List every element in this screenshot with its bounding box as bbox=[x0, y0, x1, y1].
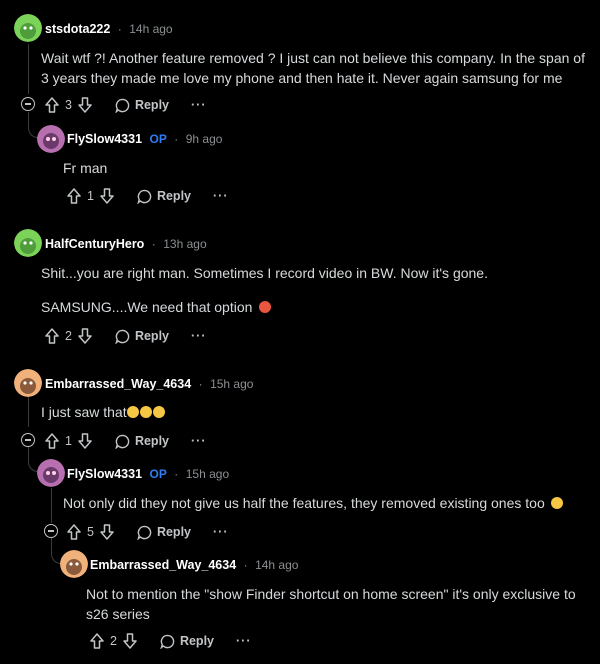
reply-button[interactable]: Reply bbox=[115, 98, 169, 113]
upvote-button[interactable] bbox=[44, 433, 60, 449]
reply-button[interactable]: Reply bbox=[137, 189, 191, 204]
timestamp: 13h ago bbox=[163, 237, 207, 251]
downvote-button[interactable] bbox=[99, 524, 115, 540]
emoji-icon bbox=[126, 406, 139, 418]
meta-separator: · bbox=[117, 22, 122, 36]
meta-separator: · bbox=[174, 132, 179, 146]
username[interactable]: Embarrassed_Way_4634 bbox=[90, 558, 236, 572]
comment-body: I just saw that bbox=[41, 402, 165, 422]
speech-bubble-icon bbox=[115, 329, 130, 344]
avatar[interactable] bbox=[14, 14, 42, 42]
timestamp: 9h ago bbox=[185, 132, 223, 146]
timestamp: 15h ago bbox=[210, 377, 254, 391]
downvote-button[interactable] bbox=[77, 433, 93, 449]
thread-line bbox=[51, 488, 52, 523]
avatar[interactable] bbox=[37, 459, 65, 487]
circle-minus-icon bbox=[48, 530, 54, 532]
circle-minus-icon bbox=[25, 439, 31, 441]
arrow-up-outline-icon bbox=[45, 328, 59, 344]
vote-count: 3 bbox=[65, 98, 72, 112]
more-options-button[interactable]: ··· bbox=[236, 634, 252, 648]
comment-body: Not only did they not give us half the f… bbox=[63, 493, 593, 513]
arrow-down-outline-icon bbox=[100, 524, 114, 540]
emoji-icon bbox=[139, 406, 152, 418]
avatar[interactable] bbox=[14, 229, 42, 257]
meta-separator: · bbox=[243, 558, 248, 572]
arrow-up-outline-icon bbox=[90, 633, 104, 649]
upvote-button[interactable] bbox=[89, 633, 105, 649]
thread-connector bbox=[28, 446, 38, 472]
username[interactable]: HalfCenturyHero bbox=[45, 237, 144, 251]
thread-connector bbox=[28, 112, 38, 138]
meta-separator: · bbox=[151, 237, 156, 251]
avatar[interactable] bbox=[14, 369, 42, 397]
timestamp: 14h ago bbox=[255, 558, 299, 572]
username[interactable]: FlySlow4331 bbox=[67, 132, 142, 146]
arrow-up-outline-icon bbox=[67, 188, 81, 204]
circle-minus-icon bbox=[25, 103, 31, 105]
angry-face-emoji-icon bbox=[259, 301, 272, 313]
more-options-button[interactable]: ··· bbox=[191, 329, 207, 343]
reply-button[interactable]: Reply bbox=[137, 525, 191, 540]
vote-count: 1 bbox=[87, 189, 94, 203]
meta-separator: · bbox=[198, 377, 203, 391]
arrow-up-outline-icon bbox=[45, 433, 59, 449]
vote-count: 2 bbox=[110, 634, 117, 648]
username[interactable]: stsdota222 bbox=[45, 22, 110, 36]
avatar[interactable] bbox=[60, 550, 88, 578]
downvote-button[interactable] bbox=[77, 328, 93, 344]
emoji-icon bbox=[550, 497, 563, 509]
speech-bubble-icon bbox=[137, 525, 152, 540]
arrow-down-outline-icon bbox=[78, 328, 92, 344]
vote-count: 2 bbox=[65, 329, 72, 343]
arrow-down-outline-icon bbox=[100, 188, 114, 204]
more-options-button[interactable]: ··· bbox=[191, 434, 207, 448]
thread-line bbox=[28, 397, 29, 427]
arrow-down-outline-icon bbox=[123, 633, 137, 649]
collapse-thread-button[interactable] bbox=[44, 524, 58, 538]
comment-body: Shit...you are right man. Sometimes I re… bbox=[41, 265, 488, 281]
collapse-thread-button[interactable] bbox=[21, 97, 35, 111]
more-options-button[interactable]: ··· bbox=[213, 525, 229, 539]
reply-button[interactable]: Reply bbox=[115, 434, 169, 449]
upvote-button[interactable] bbox=[44, 97, 60, 113]
username[interactable]: FlySlow4331 bbox=[67, 467, 142, 481]
upvote-button[interactable] bbox=[66, 524, 82, 540]
emoji-icon bbox=[152, 406, 165, 418]
thread-line bbox=[28, 44, 29, 94]
speech-bubble-icon bbox=[115, 98, 130, 113]
reply-button[interactable]: Reply bbox=[160, 634, 214, 649]
comment-body: Wait wtf ?! Another feature removed ? I … bbox=[41, 50, 585, 86]
meta-separator: · bbox=[174, 467, 179, 481]
avatar[interactable] bbox=[37, 125, 65, 153]
reply-button[interactable]: Reply bbox=[115, 329, 169, 344]
timestamp: 15h ago bbox=[185, 467, 230, 481]
arrow-down-outline-icon bbox=[78, 97, 92, 113]
downvote-button[interactable] bbox=[99, 188, 115, 204]
upvote-button[interactable] bbox=[44, 328, 60, 344]
speech-bubble-icon bbox=[115, 434, 130, 449]
arrow-up-outline-icon bbox=[67, 524, 81, 540]
speech-bubble-icon bbox=[160, 634, 175, 649]
arrow-up-outline-icon bbox=[45, 97, 59, 113]
op-badge: OP bbox=[149, 132, 167, 146]
downvote-button[interactable] bbox=[77, 97, 93, 113]
timestamp: 14h ago bbox=[129, 22, 173, 36]
arrow-down-outline-icon bbox=[78, 433, 92, 449]
op-badge: OP bbox=[149, 467, 167, 481]
username[interactable]: Embarrassed_Way_4634 bbox=[45, 377, 191, 391]
vote-count: 5 bbox=[87, 525, 94, 539]
more-options-button[interactable]: ··· bbox=[213, 189, 229, 203]
comment-body: SAMSUNG....We need that option bbox=[41, 297, 591, 317]
speech-bubble-icon bbox=[137, 189, 152, 204]
comment-body: Not to mention the "show Finder shortcut… bbox=[86, 586, 576, 622]
downvote-button[interactable] bbox=[122, 633, 138, 649]
upvote-button[interactable] bbox=[66, 188, 82, 204]
vote-count: 1 bbox=[65, 434, 72, 448]
collapse-thread-button[interactable] bbox=[21, 433, 35, 447]
comment-body: Fr man bbox=[63, 160, 108, 176]
more-options-button[interactable]: ··· bbox=[191, 98, 207, 112]
